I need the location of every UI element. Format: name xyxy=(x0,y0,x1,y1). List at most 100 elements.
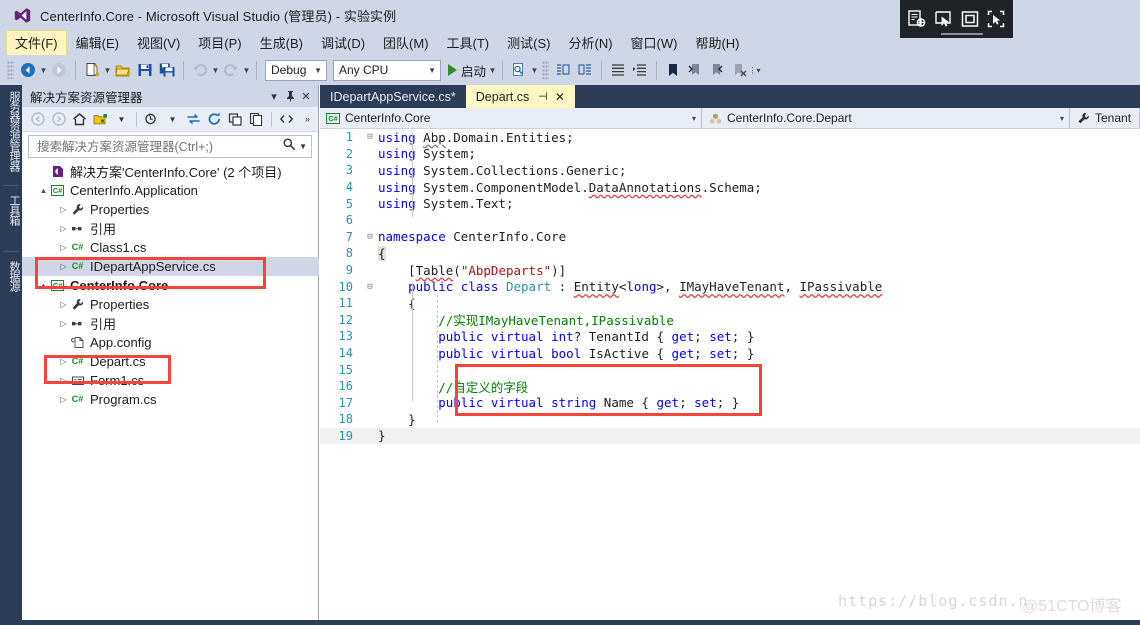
sidebar-tab-toolbox[interactable]: 工具箱 xyxy=(0,189,22,231)
pending-changes-dropdown-icon[interactable]: ▼ xyxy=(162,109,183,130)
search-icon[interactable] xyxy=(282,137,296,156)
fold-toggle-icon[interactable]: ⊟ xyxy=(362,132,378,142)
expander-icon[interactable]: ▷ xyxy=(58,319,69,328)
search-dropdown-icon[interactable]: ▼ xyxy=(299,142,307,151)
find-dropdown-icon[interactable]: ▼ xyxy=(530,59,539,81)
navigate-forward-icon[interactable] xyxy=(48,59,70,81)
toolbar-overflow-icon[interactable]: ⋮▾ xyxy=(749,59,761,81)
refresh-icon[interactable] xyxy=(204,109,225,130)
sync-with-active-document-icon[interactable] xyxy=(183,109,204,130)
forward-icon[interactable] xyxy=(48,109,69,130)
menu-file[interactable]: 文件(F) xyxy=(6,29,67,56)
navigate-back-dropdown-icon[interactable]: ▼ xyxy=(39,59,48,81)
solution-configuration-combo[interactable]: Debug ▼ xyxy=(265,59,327,81)
menu-tools[interactable]: 工具(T) xyxy=(438,30,499,56)
tree-item-form1-cs[interactable]: ▷ Form1.cs xyxy=(22,371,318,390)
capture-region-icon[interactable] xyxy=(906,8,928,30)
increase-indent-icon[interactable] xyxy=(607,59,629,81)
redo-icon[interactable] xyxy=(220,59,242,81)
tree-item-centerinfo-application[interactable]: ▲ C# CenterInfo.Application xyxy=(22,181,318,200)
expander-icon[interactable]: ▲ xyxy=(38,186,49,195)
start-dropdown-icon[interactable]: ▼ xyxy=(488,59,497,81)
pin-tab-icon[interactable]: ⊣ xyxy=(538,90,548,103)
editor-tab-depart[interactable]: Depart.cs ⊣ ✕ xyxy=(465,85,575,108)
redo-dropdown-icon[interactable]: ▼ xyxy=(242,59,251,81)
expander-icon[interactable]: ▷ xyxy=(58,205,69,214)
navbar-member-combo[interactable]: Tenant xyxy=(1070,108,1140,128)
find-in-files-icon[interactable] xyxy=(508,59,530,81)
start-debug-button[interactable]: 启动 xyxy=(444,61,488,80)
menu-test[interactable]: 测试(S) xyxy=(498,30,559,56)
chevron-down-icon[interactable]: ▾ xyxy=(266,88,282,104)
fold-toggle-icon[interactable]: ⊟ xyxy=(362,282,378,292)
expander-icon[interactable]: ▷ xyxy=(58,262,69,271)
tree-item-class1-cs[interactable]: ▷ C# Class1.cs xyxy=(22,238,318,257)
editor-tab-idepartappservice[interactable]: IDepartAppService.cs* xyxy=(320,85,466,108)
menu-team[interactable]: 团队(M) xyxy=(374,30,438,56)
menu-view[interactable]: 视图(V) xyxy=(128,30,189,56)
toolbar-grip[interactable] xyxy=(542,61,550,79)
expander-icon[interactable]: ▲ xyxy=(38,281,49,290)
uncomment-selection-icon[interactable] xyxy=(574,59,596,81)
show-all-files-icon[interactable] xyxy=(246,109,267,130)
open-file-icon[interactable] xyxy=(112,59,134,81)
menu-edit[interactable]: 编辑(E) xyxy=(67,30,128,56)
pin-icon[interactable] xyxy=(282,88,298,104)
solution-platform-combo[interactable]: Any CPU ▼ xyxy=(333,59,441,81)
capture-overlay-handle[interactable] xyxy=(941,33,983,35)
sidebar-tab-server-explorer[interactable]: 服务器资源管理器 xyxy=(0,85,22,177)
tree-item-properties-core[interactable]: ▷ Properties xyxy=(22,295,318,314)
toolbar-grip[interactable] xyxy=(7,61,14,79)
home-icon[interactable] xyxy=(69,109,90,130)
menu-analyze[interactable]: 分析(N) xyxy=(559,30,621,56)
new-item-dropdown-icon[interactable]: ▼ xyxy=(103,59,112,81)
expander-icon[interactable]: ▷ xyxy=(58,395,69,404)
bookmark-icon[interactable] xyxy=(662,59,684,81)
menu-project[interactable]: 项目(P) xyxy=(189,30,250,56)
solution-views-icon[interactable] xyxy=(90,109,111,130)
close-tab-icon[interactable]: ✕ xyxy=(555,90,565,104)
collapse-all-icon[interactable] xyxy=(225,109,246,130)
expander-icon[interactable]: ▷ xyxy=(58,376,69,385)
tree-item-idepartappservice-cs[interactable]: ▷ C# IDepartAppService.cs xyxy=(22,257,319,276)
capture-fullscreen-icon[interactable] xyxy=(985,8,1007,30)
comment-selection-icon[interactable] xyxy=(552,59,574,81)
menu-window[interactable]: 窗口(W) xyxy=(622,30,687,56)
pending-changes-icon[interactable] xyxy=(141,109,162,130)
navbar-type-combo[interactable]: CenterInfo.Core.Depart ▾ xyxy=(702,108,1070,128)
solution-explorer-search[interactable]: ▼ xyxy=(28,135,312,158)
expander-icon[interactable]: ▷ xyxy=(58,224,69,233)
search-input[interactable] xyxy=(35,138,283,155)
new-item-icon[interactable] xyxy=(81,59,103,81)
navbar-project-combo[interactable]: C# CenterInfo.Core ▾ xyxy=(320,108,702,128)
tree-item-references-core[interactable]: ▷ 引用 xyxy=(22,314,318,333)
expander-icon[interactable]: ▷ xyxy=(58,300,69,309)
menu-debug[interactable]: 调试(D) xyxy=(312,30,374,56)
expander-icon[interactable]: ▷ xyxy=(58,357,69,366)
save-all-icon[interactable] xyxy=(156,59,178,81)
close-icon[interactable]: ✕ xyxy=(298,88,314,104)
menu-build[interactable]: 生成(B) xyxy=(251,30,312,56)
undo-icon[interactable] xyxy=(189,59,211,81)
tree-item-references[interactable]: ▷ 引用 xyxy=(22,219,318,238)
tree-item-depart-cs[interactable]: ▷ C# Depart.cs xyxy=(22,352,318,371)
sidebar-tab-data-sources[interactable]: 数据源 xyxy=(0,255,22,297)
back-icon[interactable] xyxy=(27,109,48,130)
menu-help[interactable]: 帮助(H) xyxy=(686,30,748,56)
capture-cursor-icon[interactable] xyxy=(932,8,954,30)
tree-item-properties[interactable]: ▷ Properties xyxy=(22,200,318,219)
tree-item-app-config[interactable]: App.config xyxy=(22,333,318,352)
navigate-back-icon[interactable] xyxy=(17,59,39,81)
clear-bookmarks-icon[interactable] xyxy=(728,59,750,81)
tree-item-centerinfo-core[interactable]: ▲ C# CenterInfo.Core xyxy=(22,276,318,295)
undo-dropdown-icon[interactable]: ▼ xyxy=(211,59,220,81)
previous-bookmark-icon[interactable] xyxy=(684,59,706,81)
decrease-indent-icon[interactable] xyxy=(629,59,651,81)
solution-views-dropdown-icon[interactable]: ▼ xyxy=(111,109,132,130)
code-editor[interactable]: 1 ⊟ using Abp.Domain.Entities; 2 using S… xyxy=(320,129,1140,625)
capture-window-icon[interactable] xyxy=(959,8,981,30)
save-icon[interactable] xyxy=(134,59,156,81)
properties-code-icon[interactable] xyxy=(276,109,297,130)
fold-toggle-icon[interactable]: ⊟ xyxy=(362,232,378,242)
overflow-icon[interactable]: » xyxy=(297,109,318,130)
